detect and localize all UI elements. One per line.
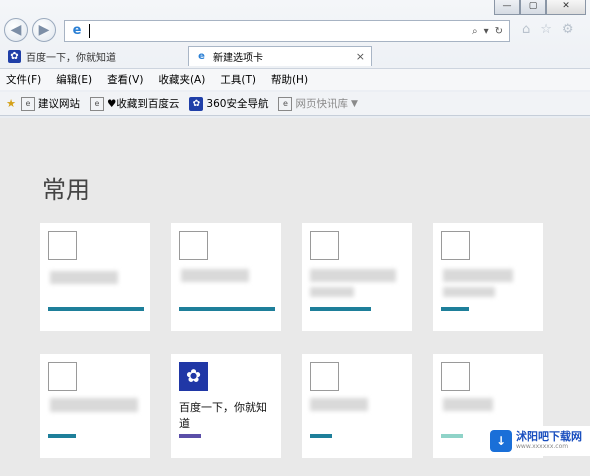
frequent-tile-baidu[interactable]: ✿ 百度一下，你就知道 (171, 354, 281, 458)
site-thumbnail (179, 231, 208, 260)
site-thumbnail (48, 231, 77, 260)
fav-label: 360安全导航 (206, 98, 269, 110)
site-thumbnail (48, 362, 77, 391)
tab-label: 新建选项卡 (213, 53, 263, 64)
blurred-subtitle (443, 287, 495, 297)
address-tools: ⌕ ▾ ↻ (472, 26, 509, 37)
menu-file[interactable]: 文件(F) (6, 72, 41, 87)
fav-label: ♥收藏到百度云 (107, 98, 180, 110)
watermark-logo-icon: ↓ (490, 430, 512, 452)
tab-strip: ✿ 百度一下，你就知道 e 新建选项卡 × (0, 46, 590, 66)
ie-icon: e (72, 23, 82, 38)
fav-label: 建议网站 (38, 98, 80, 110)
back-button[interactable]: ◀ (4, 18, 28, 42)
usage-bar (179, 434, 201, 438)
maximize-button[interactable]: ▢ (520, 0, 546, 15)
browser-chrome: — ▢ ✕ ◀ ▶ e ⌕ ▾ ↻ ⌂ ☆ ⚙ ✿ 百度一下，你就知道 e 新建… (0, 0, 590, 118)
tab-new[interactable]: e 新建选项卡 × (188, 46, 372, 66)
fav-web-slice[interactable]: e 网页快讯库 ▼ (278, 96, 358, 111)
blurred-title (50, 398, 138, 412)
usage-bar (48, 434, 76, 438)
tile-label: 百度一下，你就知道 (179, 401, 267, 430)
usage-bar (310, 307, 371, 311)
frequent-tile[interactable] (171, 223, 281, 331)
site-thumbnail (441, 362, 470, 391)
dropdown-arrow-icon: ▼ (350, 98, 358, 109)
menu-favorites[interactable]: 收藏夹(A) (158, 72, 205, 87)
fav-label: 网页快讯库 (295, 98, 348, 110)
blurred-title (443, 398, 493, 411)
blurred-title (181, 269, 249, 282)
blurred-title (310, 269, 396, 282)
back-arrow-icon: ◀ (10, 22, 22, 38)
watermark-sub: www.xxxxxx.com (516, 443, 569, 450)
section-title: 常用 (42, 176, 90, 204)
baidu-paw-icon: ✿ (179, 362, 208, 391)
toolbar-icons: ⌂ ☆ ⚙ (522, 22, 574, 37)
site-thumbnail (310, 362, 339, 391)
menu-tools[interactable]: 工具(T) (220, 72, 256, 87)
blurred-title (50, 271, 118, 284)
blurred-subtitle (310, 287, 354, 297)
blurred-title (443, 269, 513, 282)
site-thumbnail (310, 231, 339, 260)
usage-bar (441, 434, 463, 438)
forward-arrow-icon: ▶ (38, 22, 50, 38)
address-bar[interactable]: e ⌕ ▾ ↻ (64, 20, 510, 42)
close-tab-icon[interactable]: × (356, 50, 365, 63)
favorites-star-icon[interactable]: ★ (4, 97, 18, 111)
frequent-tile[interactable] (40, 223, 150, 331)
usage-bar (310, 434, 332, 438)
tab-label: 百度一下，你就知道 (26, 52, 116, 64)
window-controls: — ▢ ✕ (494, 0, 586, 15)
menu-view[interactable]: 查看(V) (107, 72, 143, 87)
frequent-tile[interactable] (433, 223, 543, 331)
frequent-tile[interactable] (40, 354, 150, 458)
frequent-tile[interactable] (302, 354, 412, 458)
watermark-text: 沭阳吧下载网 www.xxxxxx.com (516, 431, 582, 451)
address-input[interactable] (90, 22, 472, 40)
paw-icon: ✿ (189, 96, 204, 111)
fav-360-nav[interactable]: ✿ 360安全导航 (189, 96, 268, 111)
favorites-bar: ★ e 建议网站 e ♥收藏到百度云 ✿ 360安全导航 e 网页快讯库 ▼ (0, 92, 590, 116)
site-watermark: ↓ 沭阳吧下载网 www.xxxxxx.com (486, 426, 590, 456)
star-icon[interactable]: ☆ (540, 22, 552, 37)
new-tab-page: 常用 ✿ 百度一下，你就知道 (0, 118, 590, 476)
minimize-button[interactable]: — (494, 0, 520, 15)
fav-suggested-sites[interactable]: e 建议网站 (21, 96, 80, 111)
site-thumbnail (441, 231, 470, 260)
close-button[interactable]: ✕ (546, 0, 586, 15)
watermark-main: 沭阳吧下载网 (516, 430, 582, 443)
usage-bar (179, 307, 275, 311)
ie-icon: e (278, 96, 293, 111)
menu-bar: 文件(F) 编辑(E) 查看(V) 收藏夹(A) 工具(T) 帮助(H) (0, 68, 590, 90)
search-icon[interactable]: ⌕ (472, 26, 478, 37)
gear-icon[interactable]: ⚙ (562, 22, 574, 37)
menu-edit[interactable]: 编辑(E) (56, 72, 92, 87)
paw-icon: ✿ (8, 49, 21, 63)
home-icon[interactable]: ⌂ (522, 22, 530, 37)
usage-bar (48, 307, 144, 311)
usage-bar (441, 307, 469, 311)
blurred-title (310, 398, 368, 411)
ie-icon: e (198, 51, 205, 62)
doc-icon: e (21, 96, 35, 111)
forward-button[interactable]: ▶ (32, 18, 56, 42)
fav-baidu-cloud[interactable]: e ♥收藏到百度云 (90, 96, 179, 111)
refresh-icon[interactable]: ↻ (495, 26, 503, 37)
menu-help[interactable]: 帮助(H) (271, 72, 308, 87)
frequent-tile[interactable] (302, 223, 412, 331)
tab-baidu[interactable]: ✿ 百度一下，你就知道 (2, 46, 182, 66)
dropdown-icon[interactable]: ▾ (484, 26, 489, 37)
doc-icon: e (90, 96, 104, 111)
